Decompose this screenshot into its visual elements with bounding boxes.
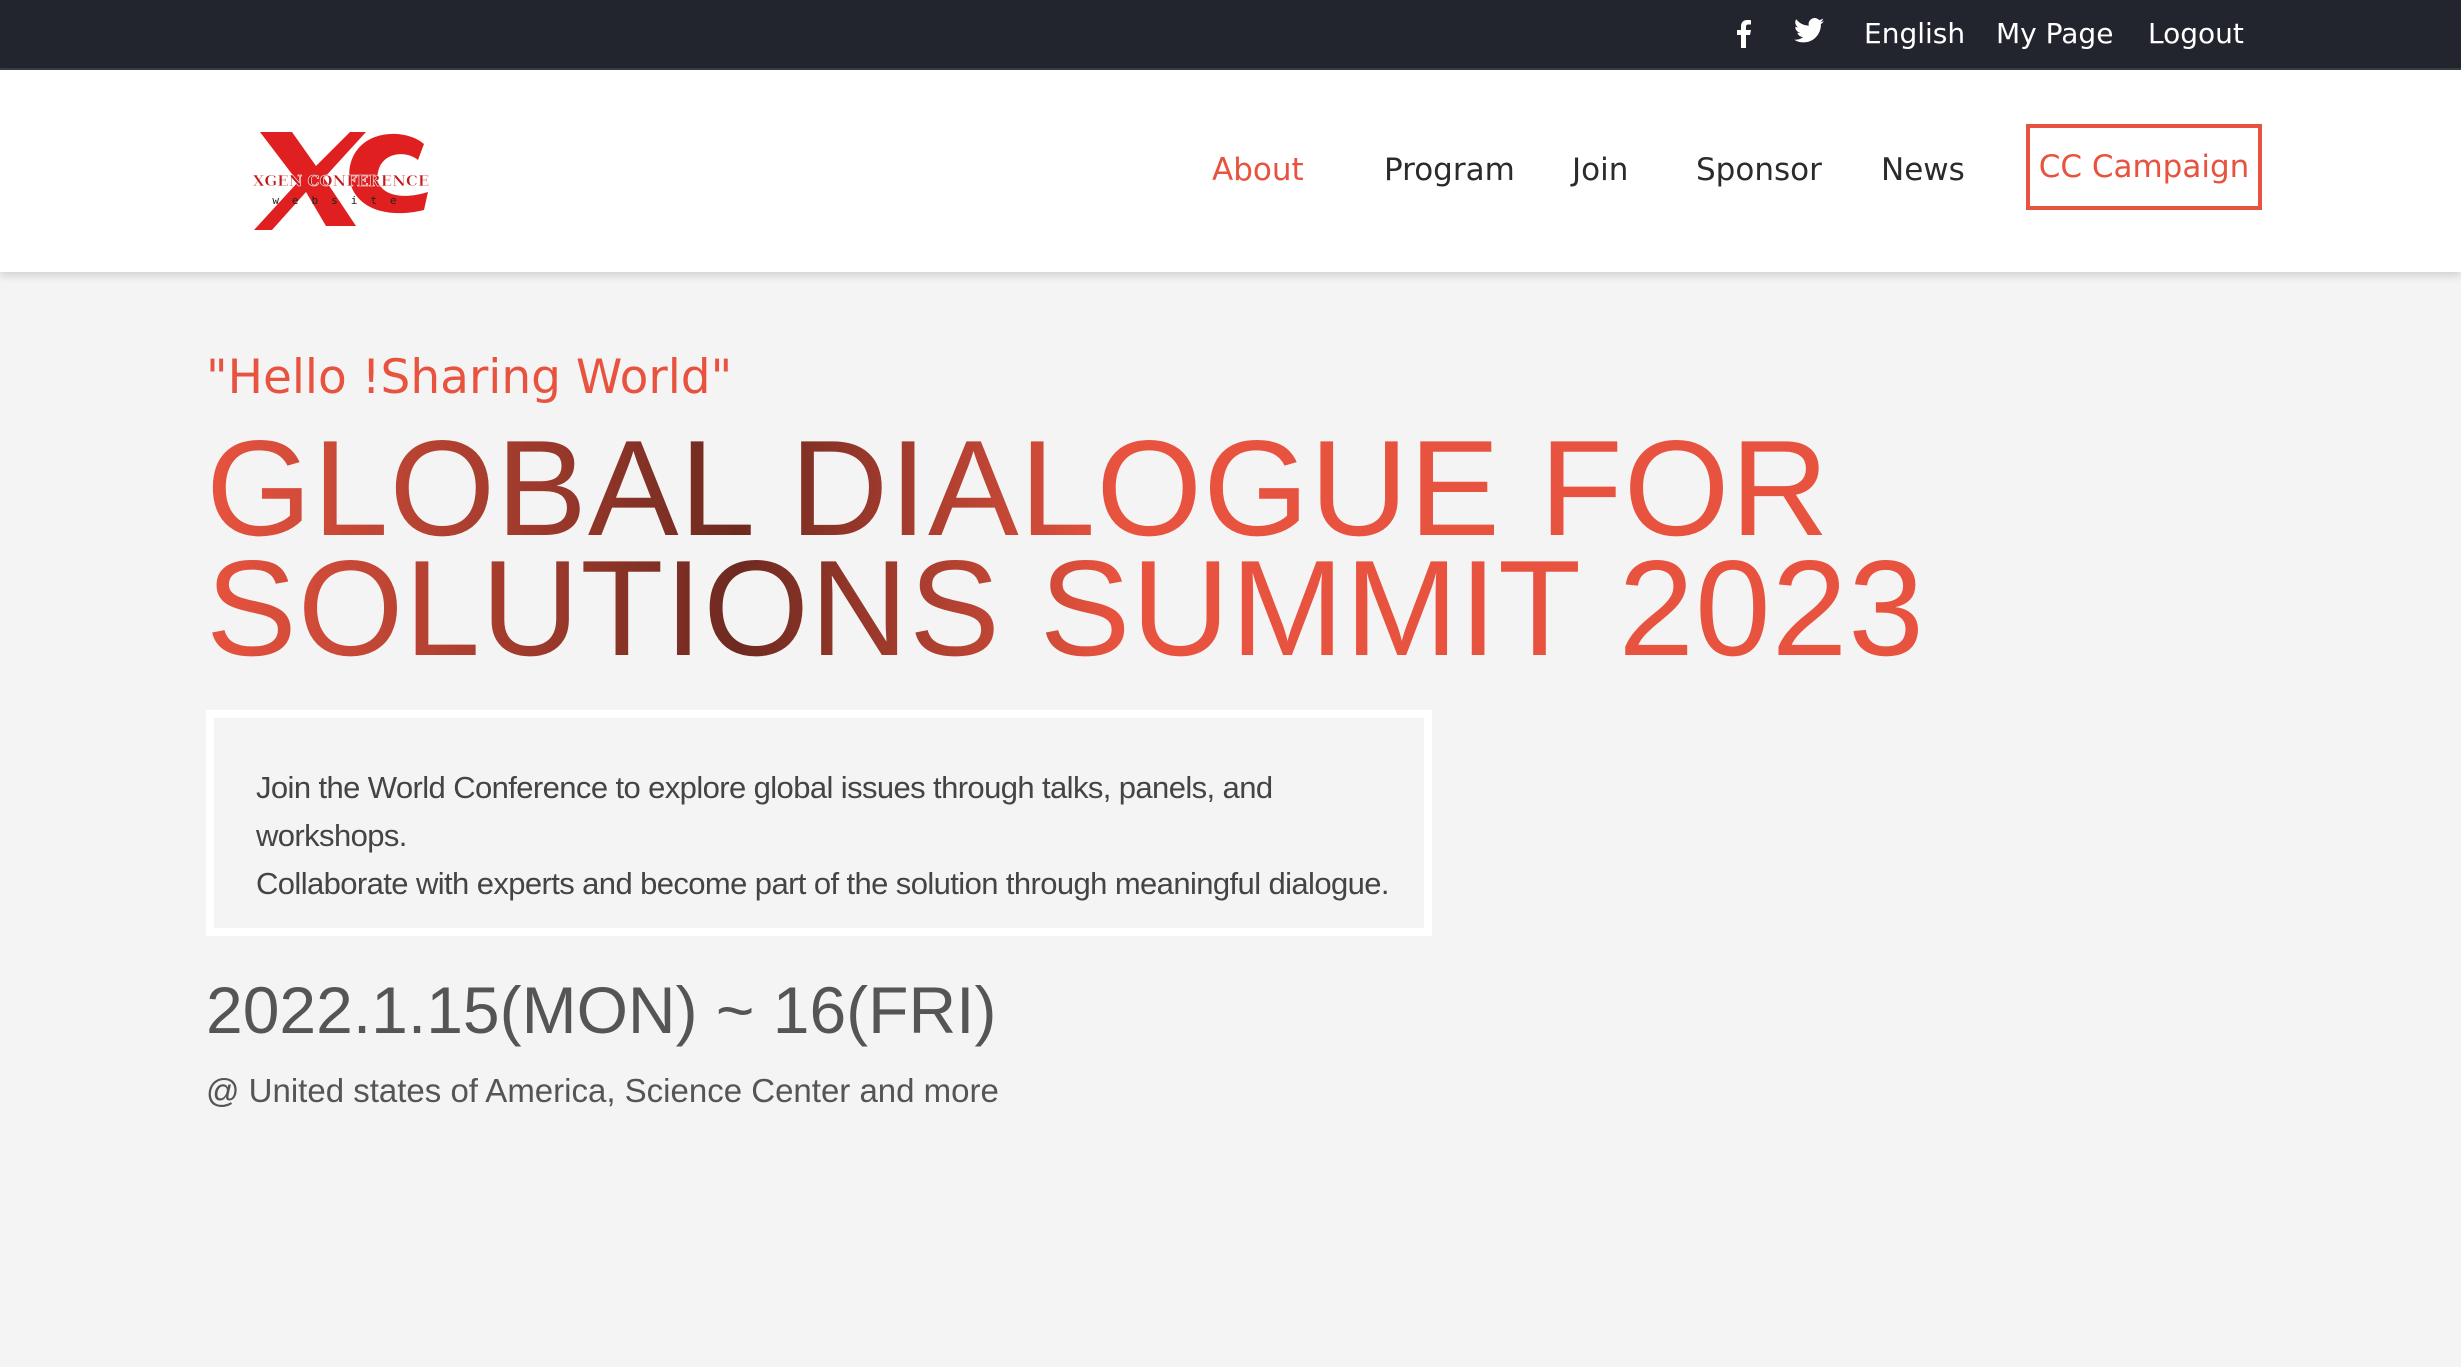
nav-join[interactable]: Join: [1572, 70, 1628, 270]
cc-campaign-button[interactable]: CC Campaign: [2026, 124, 2262, 210]
site-logo[interactable]: XGEN CONFERENCE website: [246, 126, 436, 232]
hero-tagline: "Hello !Sharing World": [206, 350, 733, 405]
logo-text: XGEN CONFERENCE: [253, 172, 430, 190]
twitter-icon[interactable]: [1794, 0, 1828, 68]
hero-headline: GLOBAL DIALOGUE FOR SOLUTIONS SUMMIT 202…: [206, 428, 2106, 668]
nav-about[interactable]: About: [1212, 70, 1304, 270]
headline-line-2: SOLUTIONS SUMMIT 2023: [206, 532, 1925, 684]
nav-sponsor[interactable]: Sponsor: [1696, 70, 1822, 270]
description-line-2: Collaborate with experts and become part…: [256, 866, 1390, 901]
logo-subtext: website: [272, 194, 409, 207]
nav-program[interactable]: Program: [1384, 70, 1515, 270]
hero-description: Join the World Conference to explore glo…: [256, 764, 1406, 908]
facebook-icon[interactable]: [1734, 0, 1760, 68]
logout-link[interactable]: Logout: [2148, 0, 2244, 68]
description-line-1: Join the World Conference to explore glo…: [256, 770, 1273, 853]
my-page-link[interactable]: My Page: [1996, 0, 2113, 68]
event-date: 2022.1.15(MON) ~ 16(FRI): [206, 973, 997, 1047]
event-venue: @ United states of America, Science Cent…: [206, 1072, 999, 1109]
site-header: XGEN CONFERENCE website About Program Jo…: [0, 70, 2461, 272]
top-utility-bar: English My Page Logout: [0, 0, 2461, 70]
nav-news[interactable]: News: [1881, 70, 1965, 270]
language-selector[interactable]: English: [1864, 0, 1965, 68]
description-box: Join the World Conference to explore glo…: [206, 710, 1432, 936]
